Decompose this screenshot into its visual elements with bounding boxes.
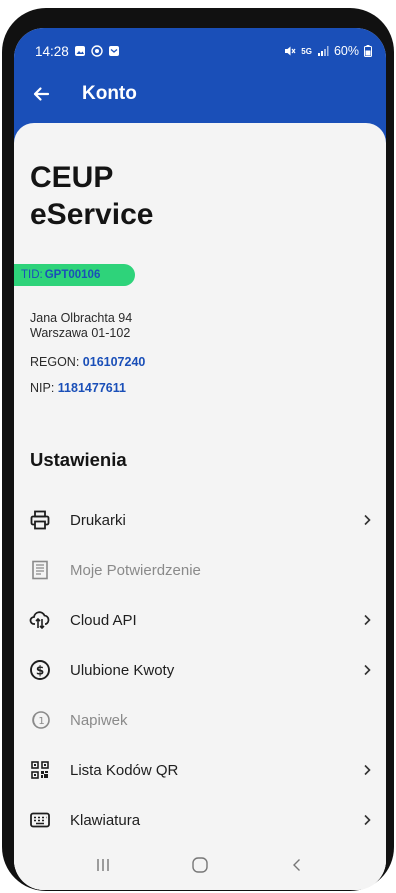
recent-apps-button[interactable] bbox=[83, 850, 123, 880]
regon-value: 016107240 bbox=[82, 355, 146, 369]
status-bar: 14:28 5G 60% bbox=[14, 28, 386, 74]
menu-item-label: Ulubione Kwoty bbox=[70, 661, 175, 679]
menu-item-label: Napiwek bbox=[70, 711, 128, 729]
signal-icon bbox=[317, 46, 329, 56]
battery-icon bbox=[364, 45, 372, 57]
menu-item-label: Cloud API bbox=[70, 611, 137, 629]
menu-item-label: Klawiatura bbox=[70, 811, 141, 829]
home-button[interactable] bbox=[180, 850, 220, 880]
regon-line: REGON: 016107240 bbox=[30, 355, 145, 369]
recent-apps-icon bbox=[96, 859, 109, 871]
network-type: 5G bbox=[301, 46, 312, 56]
mute-icon bbox=[285, 46, 296, 56]
page-title: Konto bbox=[82, 83, 137, 104]
printer-icon bbox=[28, 508, 52, 532]
coin-icon: 1 bbox=[28, 708, 52, 732]
cloud-sync-icon bbox=[28, 608, 52, 632]
merchant-name-line2: eService bbox=[30, 198, 154, 231]
status-time: 14:28 bbox=[35, 43, 69, 59]
arrow-left-icon bbox=[33, 87, 50, 101]
nip-value: 1181477611 bbox=[57, 381, 126, 395]
chevron-right-icon bbox=[364, 514, 371, 526]
home-icon bbox=[192, 857, 208, 873]
tid-label: TID: bbox=[21, 269, 43, 281]
chevron-right-icon bbox=[364, 664, 371, 676]
menu-item-label: Lista Kodów QR bbox=[70, 761, 179, 779]
menu-item-label: Drukarki bbox=[70, 511, 126, 529]
menu-item-qr-codes[interactable]: Lista Kodów QR bbox=[14, 745, 386, 795]
regon-label: REGON: bbox=[30, 355, 80, 369]
phone-frame: 14:28 5G 60% Konto CEUP eService TID: GP… bbox=[2, 8, 394, 891]
system-back-button[interactable] bbox=[277, 850, 317, 880]
chevron-right-icon bbox=[364, 814, 371, 826]
app-bar: Konto bbox=[14, 74, 386, 114]
dollar-circle-icon: $ bbox=[28, 658, 52, 682]
screen: 14:28 5G 60% Konto CEUP eService TID: GP… bbox=[14, 28, 386, 890]
merchant-name: CEUP eService bbox=[30, 159, 350, 233]
keyboard-icon bbox=[28, 808, 52, 832]
settings-title: Ustawienia bbox=[30, 449, 127, 470]
message-notification-icon bbox=[108, 46, 119, 56]
address-line1: Jana Olbrachta 94 bbox=[30, 311, 133, 325]
system-nav-bar bbox=[14, 840, 386, 890]
menu-item-favorite-amounts[interactable]: $ Ulubione Kwoty bbox=[14, 645, 386, 695]
tid-badge: TID: GPT00106 bbox=[14, 264, 135, 286]
back-button[interactable] bbox=[14, 74, 68, 114]
target-notification-icon bbox=[91, 45, 103, 57]
menu-item-tip[interactable]: 1 Napiwek bbox=[14, 695, 386, 745]
receipt-icon bbox=[28, 558, 52, 582]
menu-item-cloud-api[interactable]: Cloud API bbox=[14, 595, 386, 645]
tid-value: GPT00106 bbox=[44, 269, 101, 281]
settings-menu: Drukarki Moje Potwierdzenie Cloud API $ … bbox=[14, 495, 386, 845]
chevron-right-icon bbox=[364, 614, 371, 626]
battery-percent: 60% bbox=[333, 44, 359, 58]
svg-text:1: 1 bbox=[38, 716, 44, 727]
chevron-right-icon bbox=[364, 764, 371, 776]
menu-item-printers[interactable]: Drukarki bbox=[14, 495, 386, 545]
svg-text:$: $ bbox=[36, 664, 44, 678]
menu-item-my-confirmation[interactable]: Moje Potwierdzenie bbox=[14, 545, 386, 595]
merchant-address: Jana Olbrachta 94 Warszawa 01-102 bbox=[30, 311, 132, 341]
address-line2: Warszawa 01-102 bbox=[30, 326, 131, 340]
gallery-notification-icon bbox=[74, 46, 85, 56]
menu-item-label: Moje Potwierdzenie bbox=[70, 561, 201, 579]
nip-line: NIP: 1181477611 bbox=[30, 381, 126, 395]
content-sheet: CEUP eService TID: GPT00106 Jana Olbrach… bbox=[14, 123, 386, 890]
qr-code-icon bbox=[28, 758, 52, 782]
nip-label: NIP: bbox=[30, 381, 55, 395]
chevron-left-icon bbox=[293, 859, 301, 871]
merchant-name-line1: CEUP bbox=[30, 161, 114, 194]
menu-item-keyboard[interactable]: Klawiatura bbox=[14, 795, 386, 845]
